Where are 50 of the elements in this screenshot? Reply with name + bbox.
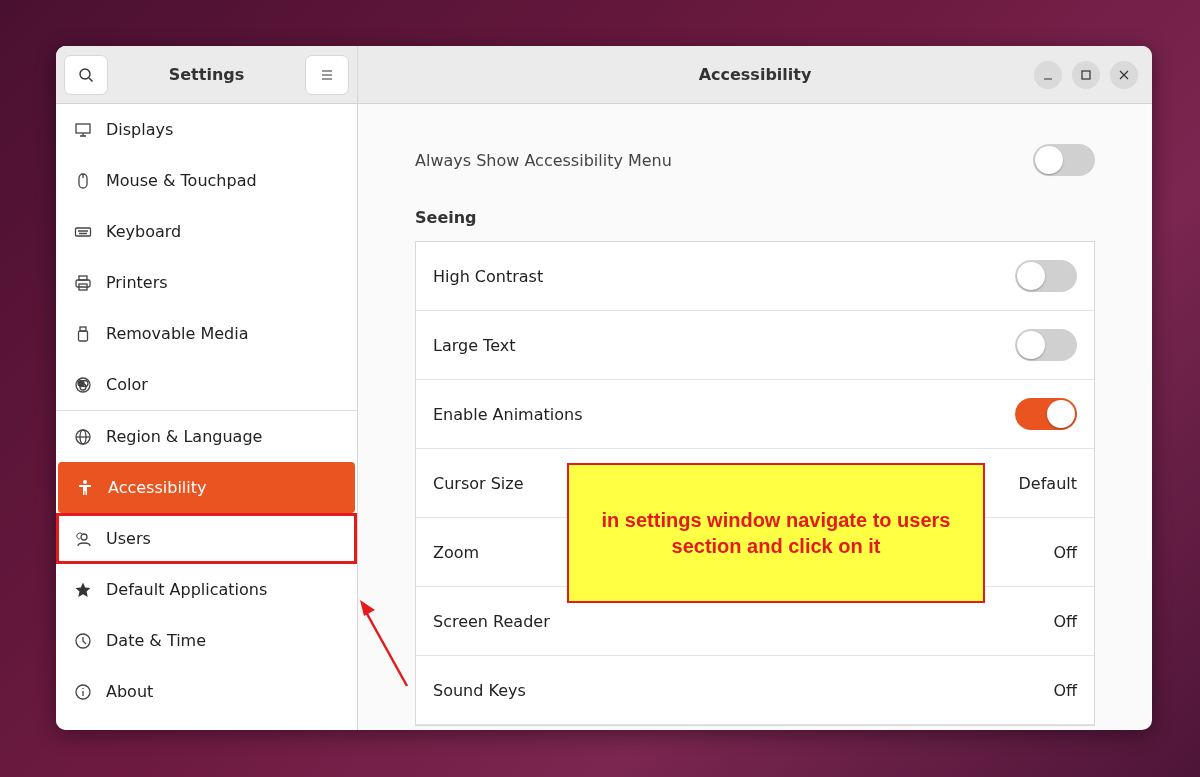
toggle-switch[interactable] <box>1015 260 1077 292</box>
sidebar-item[interactable]: Displays <box>56 104 357 155</box>
setting-value[interactable]: Off <box>1053 680 1077 700</box>
sidebar-item[interactable]: Color <box>56 359 357 410</box>
setting-value[interactable]: Default <box>1018 473 1077 493</box>
close-icon <box>1119 70 1129 80</box>
setting-value[interactable]: Off <box>1053 611 1077 631</box>
setting-label: Sound Keys <box>433 680 526 700</box>
maximize-button[interactable] <box>1072 61 1100 89</box>
maximize-icon <box>1081 70 1091 80</box>
sidebar-item[interactable]: About <box>56 666 357 717</box>
sidebar-title: Settings <box>168 65 245 84</box>
sidebar-item[interactable]: Date & Time <box>56 615 357 666</box>
minimize-button[interactable] <box>1034 61 1062 89</box>
search-icon <box>78 66 94 83</box>
section-heading: Seeing <box>415 208 478 227</box>
clock-icon <box>74 631 92 650</box>
person-icon <box>76 478 94 497</box>
sidebar-item[interactable]: Accessibility <box>58 462 355 513</box>
setting-label: Zoom <box>433 542 480 562</box>
toggle-switch[interactable] <box>1015 398 1077 430</box>
setting-label: Always Show Accessibility Menu <box>415 150 672 170</box>
sidebar-item[interactable]: Printers <box>56 257 357 308</box>
color-icon <box>74 375 92 394</box>
sidebar-item[interactable]: Default Applications <box>56 564 357 615</box>
setting-label: Enable Animations <box>433 404 583 424</box>
setting-label: Cursor Size <box>433 473 524 493</box>
menu-button[interactable] <box>305 54 349 95</box>
menu-icon <box>320 68 334 81</box>
setting-label: Screen Reader <box>433 611 550 631</box>
sidebar-item[interactable]: Region & Language <box>56 411 357 462</box>
minimize-icon <box>1043 78 1053 80</box>
globe-icon <box>74 427 92 446</box>
sidebar-item[interactable]: Keyboard <box>56 206 357 257</box>
printer-icon <box>74 273 92 292</box>
setting-label: Large Text <box>433 335 516 355</box>
toggle-switch[interactable] <box>1033 144 1095 176</box>
toggle-switch[interactable] <box>1015 329 1077 361</box>
annotation-callout: in settings window navigate to users section and click on it <box>567 463 985 603</box>
window-title: Accessibility <box>698 65 812 84</box>
sidebar-item[interactable]: Mouse & Touchpad <box>56 155 357 206</box>
setting-label: High Contrast <box>433 266 544 286</box>
setting-value[interactable]: Off <box>1053 542 1077 562</box>
info-icon <box>74 682 92 701</box>
close-button[interactable] <box>1110 61 1138 89</box>
search-button[interactable] <box>64 54 108 95</box>
sidebar-item[interactable]: Removable Media <box>56 308 357 359</box>
display-icon <box>74 120 92 139</box>
users-icon <box>74 529 92 548</box>
sidebar-item[interactable]: Users <box>56 513 357 564</box>
